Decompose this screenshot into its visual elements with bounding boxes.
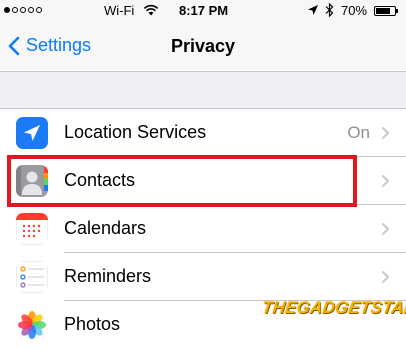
- row-label: Reminders: [64, 266, 152, 286]
- row-label: Contacts: [64, 170, 136, 190]
- watermark: THEGADGETSTALK: [260, 298, 406, 317]
- carrier-label: Wi-Fi: [104, 3, 135, 18]
- row-location-services[interactable]: Location Services On: [0, 109, 406, 157]
- photos-icon: [16, 309, 48, 341]
- wifi-icon: [143, 4, 159, 16]
- row-label: Photos: [64, 314, 121, 334]
- row-label: Location Services: [64, 122, 207, 142]
- battery-nub: [396, 9, 398, 13]
- bluetooth-icon: [325, 3, 334, 17]
- row-calendars[interactable]: Calendars: [0, 205, 406, 253]
- contacts-icon: [16, 165, 48, 197]
- location-services-icon: [16, 117, 48, 149]
- chevron-right-icon: [381, 222, 390, 236]
- row-label: Calendars: [64, 218, 147, 238]
- reminders-icon: [16, 261, 48, 293]
- calendar-icon: [16, 213, 48, 245]
- chevron-right-icon: [381, 126, 390, 140]
- page-title: Privacy: [170, 36, 236, 56]
- clock: 8:17 PM: [179, 3, 229, 18]
- navigation-bar: Settings Privacy: [0, 22, 406, 72]
- status-bar: Wi-Fi 8:17 PM 70%: [0, 0, 406, 22]
- battery-percentage: 70%: [341, 3, 368, 18]
- signal-strength-icon: [4, 7, 42, 13]
- row-contacts[interactable]: Contacts: [0, 157, 406, 205]
- row-value: On: [347, 123, 370, 142]
- battery-icon: [374, 6, 396, 16]
- chevron-right-icon: [381, 174, 390, 188]
- row-reminders[interactable]: Reminders: [0, 253, 406, 301]
- location-arrow-icon: [308, 5, 318, 15]
- chevron-right-icon: [381, 270, 390, 284]
